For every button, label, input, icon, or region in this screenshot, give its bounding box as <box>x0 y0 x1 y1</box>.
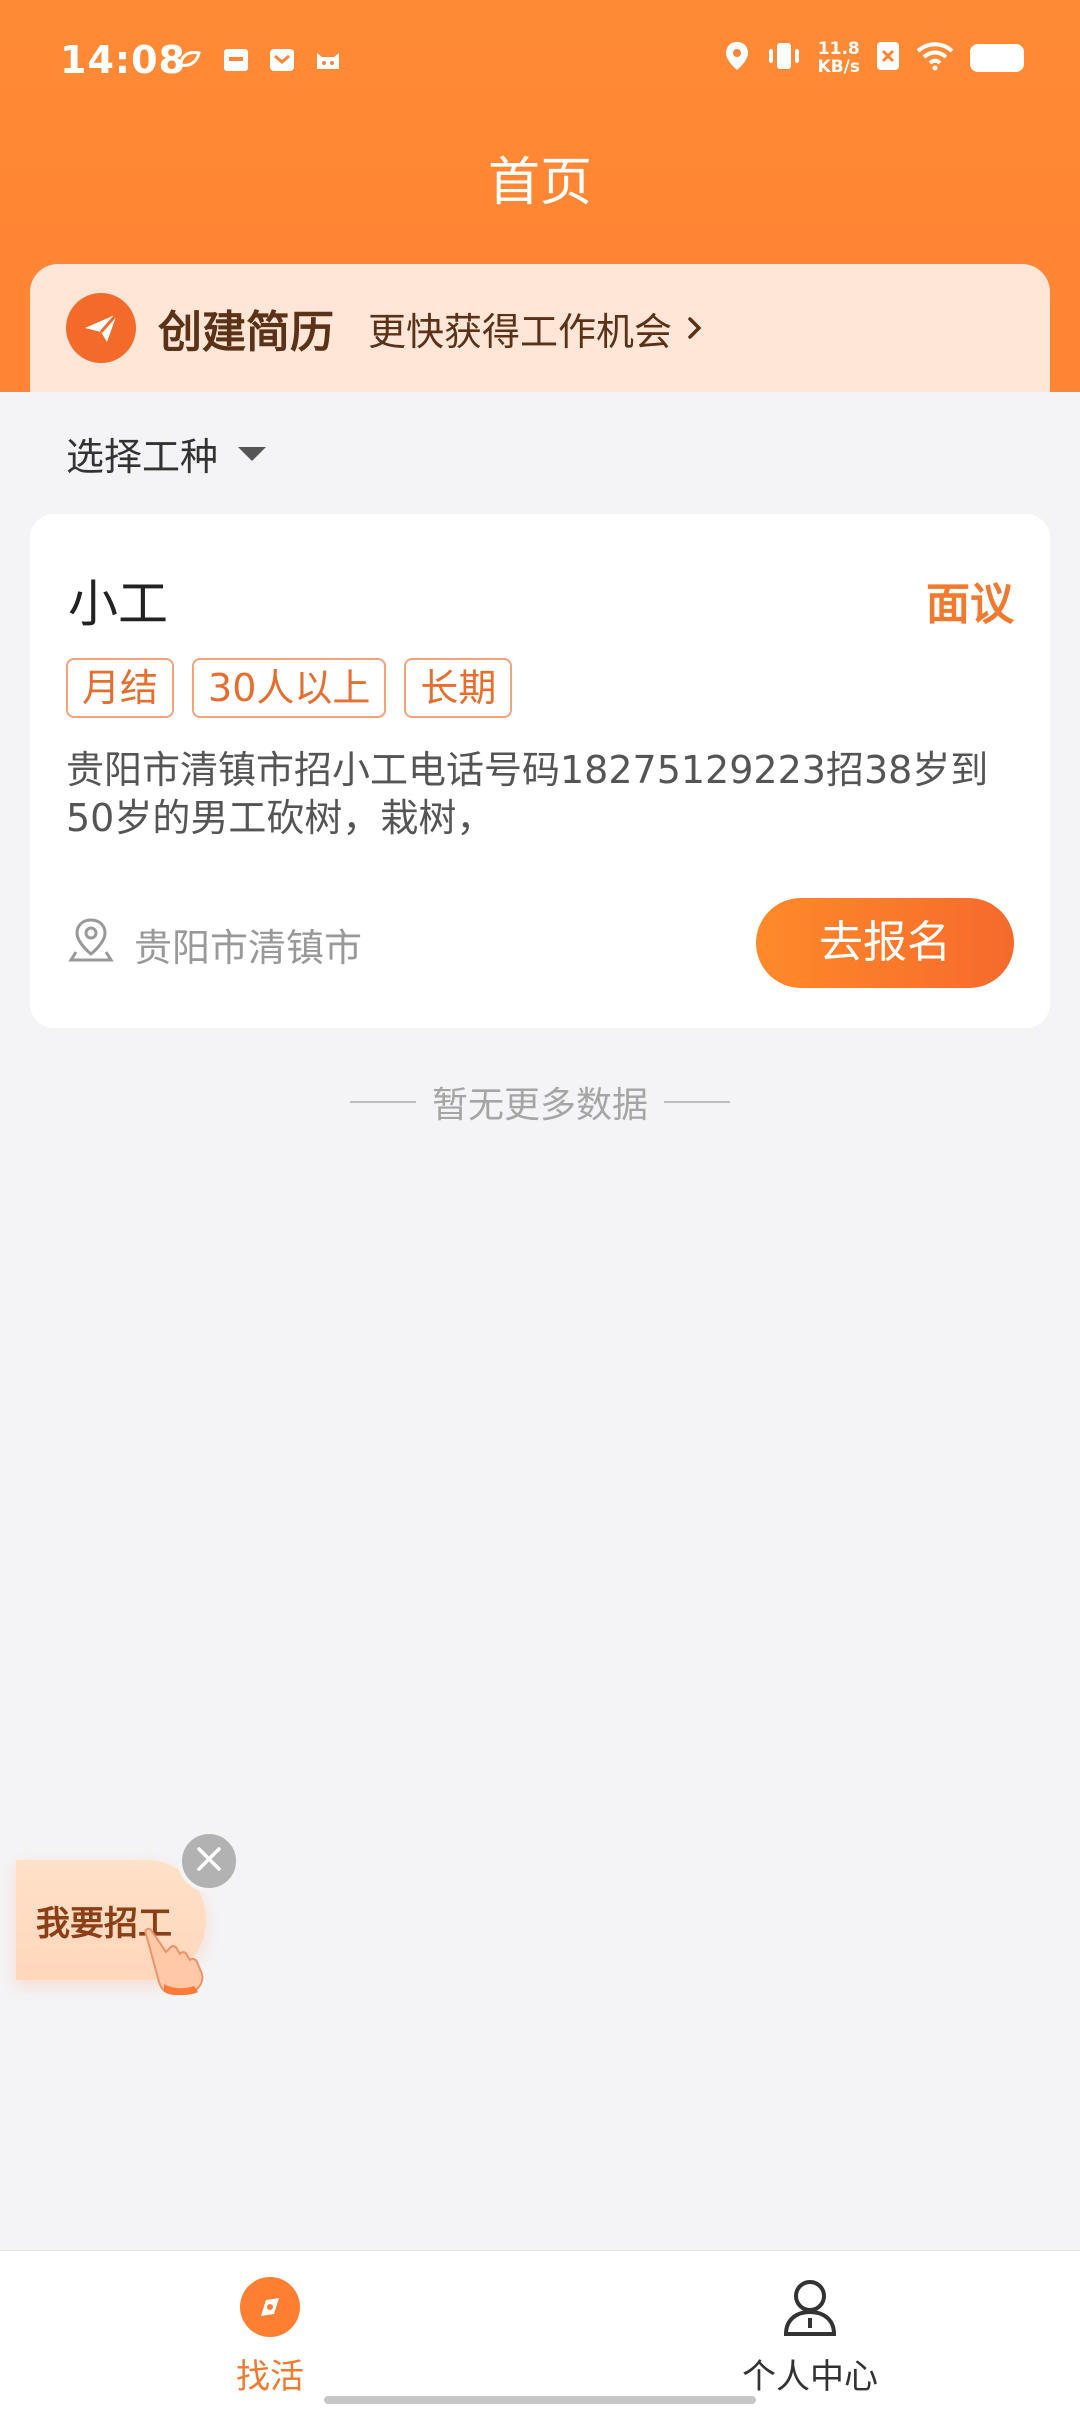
location-pin-icon <box>68 916 114 973</box>
job-tag: 长期 <box>404 658 513 718</box>
tab-find-work[interactable]: 找活 <box>120 2275 420 2398</box>
close-icon <box>194 1844 224 1878</box>
status-notification-icons <box>174 44 344 76</box>
tab-personal-center[interactable]: 个人中心 <box>660 2275 960 2398</box>
job-card[interactable]: 小工 面议 月结 30人以上 长期 贵阳市清镇市招小工电话号码182751292… <box>30 514 1050 1028</box>
close-floating-button[interactable] <box>178 1830 240 1892</box>
no-more-data: 暂无更多数据 <box>0 1076 1080 1128</box>
location-icon <box>724 40 750 76</box>
tab-find-work-label: 找活 <box>236 2357 304 2397</box>
job-description: 贵阳市清镇市招小工电话号码18275129223招38岁到50岁的男工砍树，栽树… <box>66 748 989 840</box>
job-type-filter-label: 选择工种 <box>66 435 219 479</box>
message-icon <box>266 44 298 76</box>
create-resume-banner[interactable]: 创建简历 更快获得工作机会 <box>30 264 1050 392</box>
tab-personal-center-label: 个人中心 <box>742 2357 878 2397</box>
sim-disabled-icon <box>876 41 900 75</box>
app-notification-icon <box>174 44 206 76</box>
status-time: 14:08 <box>60 38 186 82</box>
vibrate-icon <box>766 40 802 76</box>
job-location: 贵阳市清镇市 <box>68 916 362 973</box>
wifi-icon <box>916 41 954 75</box>
job-tag: 月结 <box>66 658 175 718</box>
mail-box-icon <box>220 44 252 76</box>
resume-banner-subtitle: 更快获得工作机会 <box>368 309 673 354</box>
divider-line <box>664 1101 730 1103</box>
paper-plane-icon <box>66 293 136 363</box>
pointing-hand-icon <box>134 1926 210 2000</box>
no-more-data-text: 暂无更多数据 <box>431 1085 648 1126</box>
person-icon <box>778 2275 842 2339</box>
job-title: 小工 <box>68 575 168 633</box>
network-speed-unit: KB/s <box>817 57 860 77</box>
divider-line <box>349 1101 416 1103</box>
job-salary: 面议 <box>926 579 1014 630</box>
status-bar: 14:08 11.8 KB/s <box>0 0 1080 130</box>
home-indicator[interactable] <box>324 2396 756 2404</box>
cat-app-icon <box>312 44 344 76</box>
job-type-filter[interactable]: 选择工种 <box>66 426 267 481</box>
status-system-icons: 11.8 KB/s <box>724 40 1024 76</box>
battery-icon <box>970 44 1024 72</box>
compass-icon <box>238 2275 302 2339</box>
chevron-right-icon <box>684 313 706 343</box>
page-title: 首页 <box>487 153 592 213</box>
recruit-floating-button[interactable]: 我要招工 <box>16 1860 206 1996</box>
network-speed: 11.8 KB/s <box>818 40 860 76</box>
bottom-tab-bar: 找活 个人中心 <box>0 2250 1080 2409</box>
network-speed-value: 11.8 <box>817 39 860 59</box>
job-location-text: 贵阳市清镇市 <box>134 926 363 970</box>
job-tag: 30人以上 <box>192 658 387 718</box>
job-tags: 月结 30人以上 长期 <box>66 658 513 718</box>
caret-down-icon <box>238 446 267 461</box>
apply-button[interactable]: 去报名 <box>756 898 1014 988</box>
resume-banner-title: 创建简历 <box>158 307 334 358</box>
